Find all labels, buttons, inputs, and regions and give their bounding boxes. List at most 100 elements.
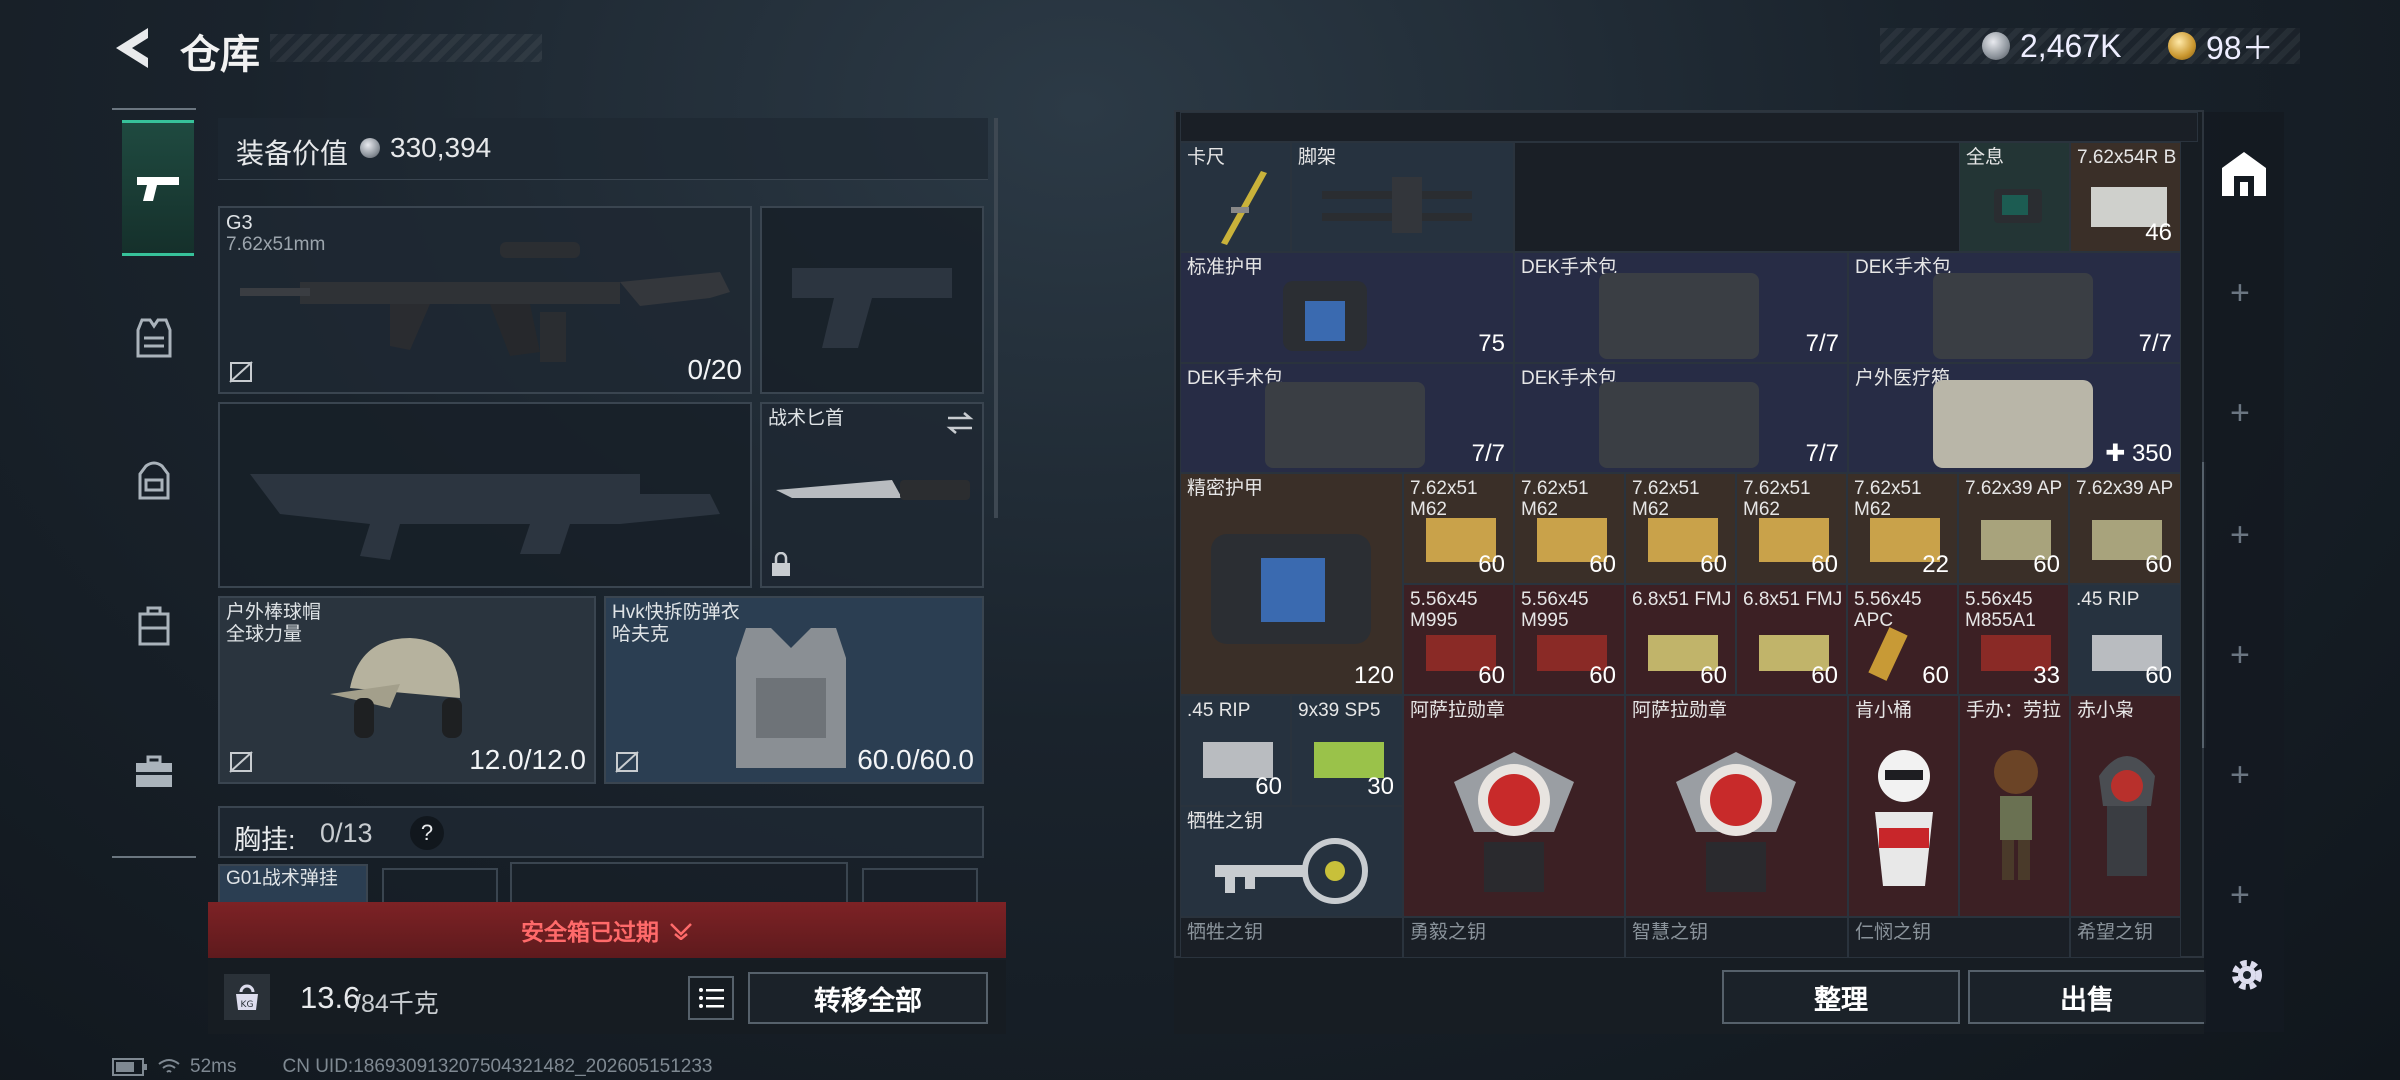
stash-item-ammo[interactable]: 6.8x51 FMJ 60 [1736, 584, 1847, 695]
tab-toolbox[interactable] [122, 740, 186, 804]
panel-scrollbar[interactable] [994, 118, 998, 518]
swap-icon[interactable] [946, 412, 974, 434]
stash-item-dek-kit[interactable]: DEK手术包 7/7 [1514, 363, 1848, 473]
stash-item-caliper[interactable]: 卡尺 [1180, 142, 1291, 252]
stash-item-dek-kit[interactable]: DEK手术包 7/7 [1180, 363, 1514, 473]
lock-icon [772, 552, 790, 576]
helmet-brand: 全球力量 [226, 624, 303, 645]
tab-vest[interactable] [122, 306, 186, 370]
stash-item-ammo[interactable]: 5.56x45 APC 60 [1847, 584, 1958, 695]
stash-item-ammo[interactable]: 7.62x39 AP 60 [1958, 473, 2069, 584]
stash-item-key[interactable]: 仁悯之钥 [1848, 917, 2070, 958]
item-label: 7.62x51 M62 [1743, 478, 1811, 520]
tab-weapons[interactable] [122, 120, 194, 256]
stash-item-dek-kit[interactable]: DEK手术包 7/7 [1848, 252, 2181, 363]
item-label: 赤小枭 [2077, 700, 2135, 721]
stash-item-holo-sight[interactable]: 全息 [1959, 142, 2070, 252]
add-container-button[interactable]: + [2230, 516, 2250, 555]
stash-item-asala-medal[interactable]: 阿萨拉勋章 [1403, 695, 1625, 917]
stash-item-bipod[interactable]: 脚架 [1291, 142, 1514, 252]
stash-item-hood-figure[interactable]: 赤小枭 [2070, 695, 2181, 917]
stash-home-button[interactable] [2218, 148, 2270, 200]
armor-bag-icon [1211, 534, 1371, 644]
gold-currency[interactable]: 98＋ [2168, 28, 2274, 66]
gear-icon [2232, 960, 2262, 990]
stash-item-ammo[interactable]: 7.62x51 M62 60 [1736, 473, 1847, 584]
primary-weapon-slot[interactable]: G3 7.62x51mm 0/20 [218, 206, 752, 394]
item-label: 肯小桶 [1855, 700, 1913, 721]
add-container-button[interactable]: + [2230, 274, 2250, 313]
stash-item-ammo[interactable]: 5.56x45 M995 60 [1403, 584, 1514, 695]
stash-item-ammo[interactable]: 7.62x51 M62 60 [1514, 473, 1625, 584]
item-label: 智慧之钥 [1632, 922, 1709, 943]
stash-item-asala-medal[interactable]: 阿萨拉勋章 [1625, 695, 1848, 917]
stash-item-ammo[interactable]: 5.56x45 M855A1 33 [1958, 584, 2069, 695]
stash-item-sacrifice-key[interactable]: 牺牲之钥 [1180, 806, 1403, 917]
add-container-button[interactable]: + [2230, 876, 2250, 915]
back-button[interactable] [110, 24, 154, 72]
weapon-ammo: 0/20 [687, 354, 743, 385]
secondary-primary-slot[interactable] [218, 402, 752, 588]
chest-slot[interactable] [510, 862, 848, 904]
sort-button[interactable]: 整理 [1722, 970, 1960, 1024]
transfer-all-button[interactable]: 转移全部 [748, 972, 988, 1024]
melee-slot[interactable]: 战术匕首 [760, 402, 984, 588]
svg-text:KG: KG [241, 1000, 254, 1010]
stash-item-kfc-bucket[interactable]: 肯小桶 [1848, 695, 1959, 917]
armor-slot[interactable]: Hvk快拆防弹衣 哈夫克 60.0/60.0 [604, 596, 984, 784]
stash-item-ammo[interactable]: 9x39 SP5 30 [1291, 695, 1403, 806]
safe-box-banner[interactable]: 安全箱已过期 [208, 902, 1006, 958]
add-container-button[interactable]: + [2230, 636, 2250, 675]
stash-item-key[interactable]: 勇毅之钥 [1403, 917, 1625, 958]
chest-rig-label: 胸挂: [234, 825, 296, 855]
chest-rig-item[interactable]: G01战术弹挂 [218, 864, 368, 904]
stash-item-ammo[interactable]: .45 RIP 60 [1180, 695, 1291, 806]
stash-grid: 卡尺 脚架 全息 7.62x54R B 46 标准护甲 75 DEK手术包 7/… [1174, 110, 2206, 958]
stash-item-ammo[interactable]: 7.62x39 AP 60 [2069, 473, 2181, 584]
stash-item-key[interactable]: 希望之钥 [2070, 917, 2181, 958]
item-durability: 120 [1353, 662, 1394, 689]
settings-button[interactable] [2226, 954, 2268, 996]
stash-item-ammo[interactable]: 7.62x51 M62 22 [1847, 473, 1958, 584]
item-count: 60 [1255, 773, 1282, 800]
stash-item-standard-armor[interactable]: 标准护甲 75 [1180, 252, 1514, 363]
item-label: 5.56x45 APC [1854, 589, 1922, 631]
tab-case[interactable] [122, 594, 186, 658]
stash-item-dek-kit[interactable]: DEK手术包 7/7 [1514, 252, 1848, 363]
backpack-icon [138, 461, 170, 500]
stash-item-ammo-7-62x54r[interactable]: 7.62x54R B 46 [2070, 142, 2181, 252]
item-uses: 7/7 [2138, 330, 2172, 357]
secondary-weapon-slot[interactable] [760, 206, 984, 394]
sell-button[interactable]: 出售 [1968, 970, 2206, 1024]
bipod-icon [1322, 177, 1472, 233]
item-count: 60 [1811, 662, 1838, 689]
chest-slot[interactable] [862, 868, 978, 904]
add-container-button[interactable]: + [2230, 756, 2250, 795]
list-view-button[interactable] [688, 976, 734, 1020]
stash-item-ammo[interactable]: 7.62x51 M62 60 [1625, 473, 1736, 584]
add-container-button[interactable]: + [2230, 394, 2250, 433]
list-icon [699, 988, 724, 1008]
item-count: 60 [1700, 662, 1727, 689]
item-label: 5.56x45 M995 [1521, 589, 1589, 631]
item-count: 30 [1367, 773, 1394, 800]
stash-item-ammo[interactable]: 6.8x51 FMJ 60 [1625, 584, 1736, 695]
stash-item-precision-armor[interactable]: 精密护甲 120 [1180, 473, 1403, 695]
weight-current: 13.6 [300, 980, 361, 1015]
stash-item-ammo[interactable]: .45 RIP 60 [2069, 584, 2181, 695]
stash-item-ammo[interactable]: 5.56x45 M995 60 [1514, 584, 1625, 695]
helmet-slot[interactable]: 户外棒球帽 全球力量 12.0/12.0 [218, 596, 596, 784]
item-label: 7.62x39 AP [2076, 478, 2174, 499]
stash-item-lara-figure[interactable]: 手办：劳拉 [1959, 695, 2070, 917]
stash-item-ammo[interactable]: 7.62x51 M62 60 [1403, 473, 1514, 584]
chest-rig-help-button[interactable]: ? [410, 816, 444, 850]
silver-currency[interactable]: 2,467K [1982, 28, 2121, 64]
stash-item-key[interactable]: 牺牲之钥 [1180, 917, 1403, 958]
pistol-icon [137, 177, 179, 201]
stash-item-key[interactable]: 智慧之钥 [1625, 917, 1848, 958]
tab-backpack[interactable] [122, 448, 186, 512]
lara-figure-icon [1994, 750, 2038, 880]
medal-icon [1676, 752, 1796, 892]
stash-item-medbox[interactable]: 户外医疗箱 ✚ 350 [1848, 363, 2181, 473]
chest-slot[interactable] [382, 868, 498, 904]
